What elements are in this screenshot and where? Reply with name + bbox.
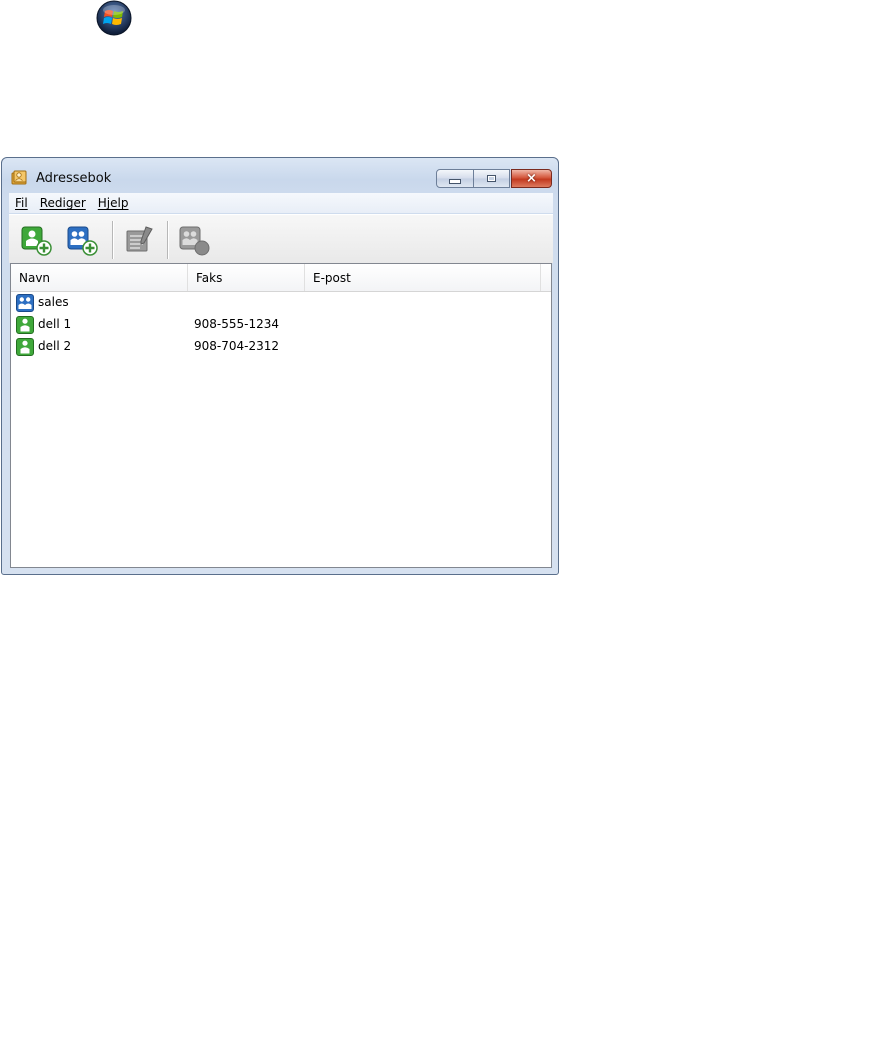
delete-button[interactable] — [177, 223, 211, 257]
contact-fax: 908-555-1234 — [194, 317, 280, 331]
maximize-icon — [487, 175, 496, 182]
close-icon: × — [526, 171, 537, 186]
minimize-button[interactable] — [436, 169, 474, 188]
add-contact-icon — [21, 226, 52, 256]
minimize-icon — [449, 179, 461, 184]
add-group-icon — [67, 226, 98, 256]
contact-fax: 908-704-2312 — [194, 339, 280, 353]
title-bar[interactable]: Adressebok × — [2, 158, 558, 198]
windows-start-orb-icon[interactable] — [96, 0, 132, 36]
menu-fil[interactable]: Fil — [9, 196, 34, 210]
contact-name: dell 1 — [38, 317, 72, 331]
window-title: Adressebok — [36, 171, 112, 186]
list-item[interactable]: dell 2 908-704-2312 — [11, 336, 551, 358]
contact-list[interactable]: Navn Faks E-post sales dell 1 908-555-12… — [10, 263, 552, 568]
contact-icon — [16, 316, 34, 334]
contact-name: dell 2 — [38, 339, 72, 353]
close-button[interactable]: × — [511, 169, 552, 188]
contact-name: sales — [38, 295, 69, 309]
column-header-navn[interactable]: Navn — [11, 264, 188, 291]
add-group-button[interactable] — [65, 223, 99, 257]
edit-icon — [126, 226, 153, 252]
column-header-epost[interactable]: E-post — [305, 264, 541, 291]
toolbar-separator — [167, 221, 168, 259]
toolbar — [9, 214, 553, 263]
add-contact-button[interactable] — [19, 223, 53, 257]
list-item[interactable]: sales — [11, 292, 551, 314]
menu-hjelp[interactable]: Hjelp — [92, 196, 135, 210]
maximize-button[interactable] — [474, 169, 510, 188]
edit-button[interactable] — [122, 223, 156, 257]
delete-icon — [179, 226, 210, 256]
group-icon — [16, 294, 34, 312]
column-header-faks[interactable]: Faks — [188, 264, 305, 291]
menu-bar: Fil Rediger Hjelp — [9, 193, 553, 213]
contact-icon — [16, 338, 34, 356]
toolbar-separator — [112, 221, 113, 259]
menu-rediger[interactable]: Rediger — [34, 196, 92, 210]
address-book-icon — [11, 170, 27, 185]
list-header: Navn Faks E-post — [11, 264, 551, 292]
list-item[interactable]: dell 1 908-555-1234 — [11, 314, 551, 336]
address-book-window: Adressebok × Fil Rediger Hjelp Navn Faks… — [1, 157, 559, 575]
